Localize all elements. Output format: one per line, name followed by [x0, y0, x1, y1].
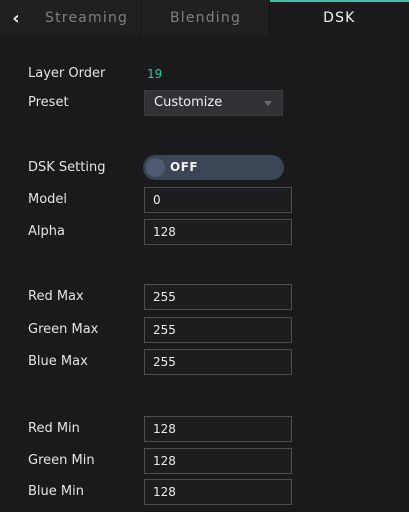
- model-input[interactable]: 0: [144, 187, 292, 213]
- green-min-label: Green Min: [28, 453, 95, 468]
- tab-streaming[interactable]: Streaming: [32, 0, 143, 36]
- preset-row: Preset Customize: [0, 90, 409, 116]
- red-min-label: Red Min: [28, 421, 80, 436]
- blue-min-label: Blue Min: [28, 484, 84, 499]
- layer-order-label: Layer Order: [28, 66, 106, 81]
- alpha-label: Alpha: [28, 224, 65, 239]
- preset-label: Preset: [28, 95, 69, 110]
- tab-blending[interactable]: Blending: [142, 0, 270, 36]
- model-label: Model: [28, 192, 68, 207]
- dsk-setting-label: DSK Setting: [28, 160, 106, 175]
- preset-select[interactable]: Customize: [144, 90, 283, 116]
- toggle-knob-icon: [146, 158, 165, 177]
- red-max-row: Red Max 255: [0, 284, 409, 310]
- green-max-label: Green Max: [28, 322, 99, 337]
- back-chevron-icon[interactable]: ‹: [0, 0, 32, 36]
- dropdown-caret-icon: [264, 101, 272, 106]
- layer-order-row: Layer Order 19: [0, 61, 409, 87]
- dsk-setting-toggle-label: OFF: [170, 160, 199, 174]
- dsk-setting-row: DSK Setting OFF: [0, 155, 409, 181]
- dsk-setting-toggle[interactable]: OFF: [143, 155, 284, 180]
- model-row: Model 0: [0, 187, 409, 213]
- blue-max-row: Blue Max 255: [0, 349, 409, 375]
- alpha-input[interactable]: 128: [144, 219, 292, 245]
- green-min-row: Green Min 128: [0, 448, 409, 474]
- red-min-input[interactable]: 128: [144, 416, 292, 442]
- green-min-input[interactable]: 128: [144, 448, 292, 474]
- preset-select-value: Customize: [154, 95, 223, 110]
- blue-min-row: Blue Min 128: [0, 479, 409, 505]
- dsk-panel: ‹ Streaming Blending DSK Layer Order 19 …: [0, 0, 409, 512]
- tab-dsk[interactable]: DSK: [269, 0, 409, 36]
- layer-order-value: 19: [147, 67, 163, 81]
- alpha-row: Alpha 128: [0, 219, 409, 245]
- blue-max-input[interactable]: 255: [144, 349, 292, 375]
- blue-max-label: Blue Max: [28, 354, 88, 369]
- red-min-row: Red Min 128: [0, 416, 409, 442]
- tab-bar: ‹ Streaming Blending DSK: [0, 0, 409, 36]
- blue-min-input[interactable]: 128: [144, 479, 292, 505]
- red-max-input[interactable]: 255: [144, 284, 292, 310]
- green-max-row: Green Max 255: [0, 317, 409, 343]
- green-max-input[interactable]: 255: [144, 317, 292, 343]
- dsk-settings-body: Layer Order 19 Preset Customize DSK Sett…: [0, 36, 409, 512]
- red-max-label: Red Max: [28, 289, 84, 304]
